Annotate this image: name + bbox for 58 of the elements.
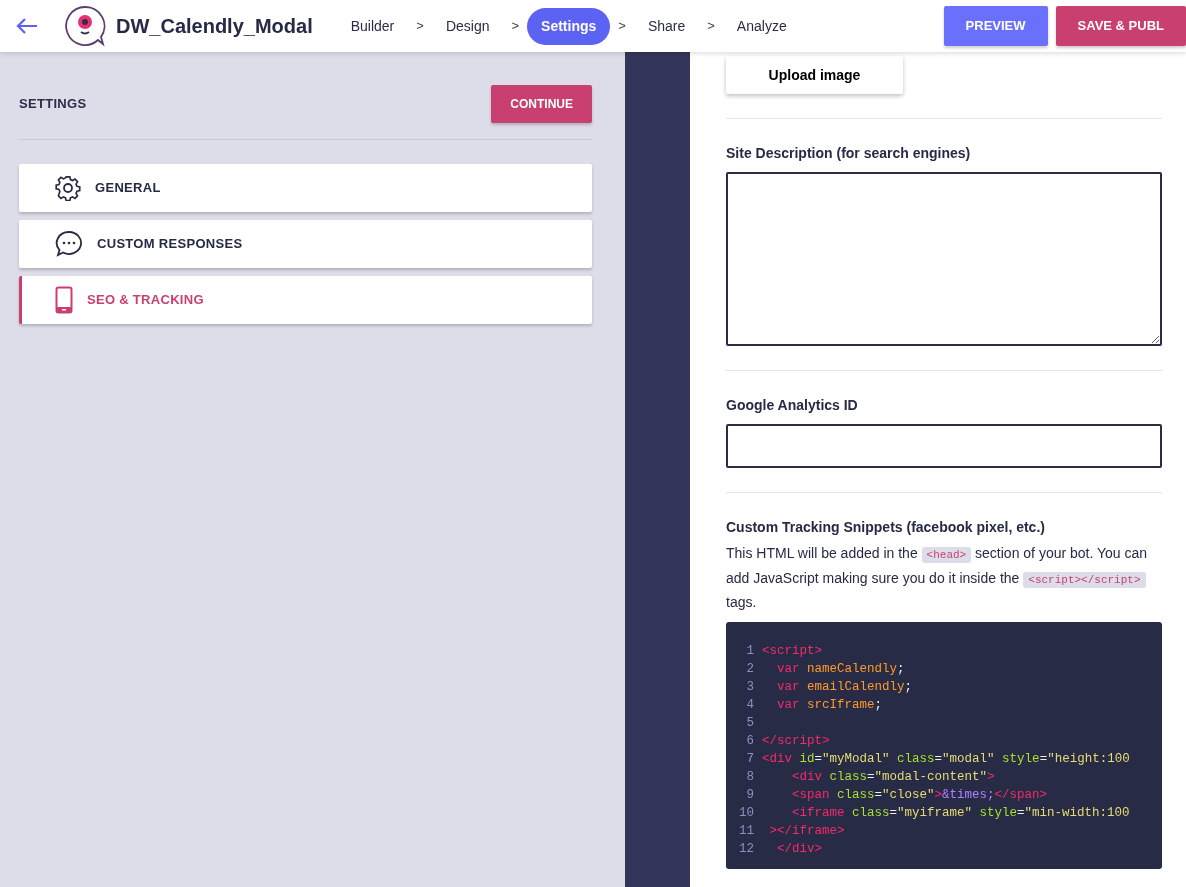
bot-title: DW_Calendly_Modal bbox=[116, 14, 313, 39]
smartphone-icon bbox=[55, 286, 73, 314]
step-tab[interactable]: Settings bbox=[527, 7, 611, 45]
line-number: 2 bbox=[745, 660, 755, 678]
line-number: 6 bbox=[745, 732, 755, 750]
step-tab[interactable]: Analyze bbox=[722, 7, 801, 45]
step-tab[interactable]: Design bbox=[431, 7, 504, 45]
code-line: var srcIframe; bbox=[776, 697, 883, 712]
upload-image-button[interactable]: Upload image bbox=[726, 56, 903, 94]
line-number: 8 bbox=[745, 768, 755, 786]
code-line: <span class="close">&times;</span> bbox=[791, 787, 1048, 802]
code-line: <script> bbox=[762, 643, 822, 658]
menu-item-label: SEO & TRACKING bbox=[87, 291, 204, 310]
inline-code: <script></script> bbox=[1023, 571, 1146, 588]
line-number: 1 bbox=[745, 642, 755, 660]
save-publish-button[interactable]: SAVE & PUBL bbox=[1055, 6, 1186, 46]
inline-code: <head> bbox=[921, 547, 972, 563]
step-tab[interactable]: Builder bbox=[336, 7, 409, 45]
speech-bubble-icon bbox=[55, 230, 83, 258]
line-number: 10 bbox=[738, 804, 755, 822]
line-number: 12 bbox=[738, 840, 755, 858]
settings-heading: SETTINGS bbox=[19, 95, 87, 114]
menu-item-label: GENERAL bbox=[95, 179, 161, 198]
line-number: 3 bbox=[745, 678, 755, 696]
step-tab[interactable]: Share bbox=[633, 7, 700, 45]
line-number: 4 bbox=[745, 696, 755, 714]
back-arrow-icon[interactable] bbox=[16, 17, 38, 35]
line-number: 5 bbox=[745, 714, 755, 732]
code-editor[interactable] bbox=[726, 621, 1162, 869]
field-label: Custom Tracking Snippets (facebook pixel, etc.) bbox=[726, 518, 1046, 537]
code-line: <div id="myModal" class="modal" style="height:100 bbox=[762, 751, 1130, 766]
code-line: <iframe class="myiframe" style="min-width:100 bbox=[791, 805, 1130, 820]
preview-button[interactable]: PREVIEW bbox=[943, 6, 1048, 46]
code-line: var emailCalendly; bbox=[776, 679, 913, 694]
settings-menu-item[interactable]: GENERAL bbox=[19, 164, 592, 212]
field-label: Google Analytics ID bbox=[726, 396, 859, 415]
description-field[interactable] bbox=[726, 172, 1162, 346]
code-line: </script> bbox=[762, 733, 830, 748]
line-number: 7 bbox=[745, 750, 755, 768]
line-number: 9 bbox=[745, 786, 755, 804]
code-line: var nameCalendly; bbox=[776, 661, 905, 676]
analytics-id-field[interactable] bbox=[726, 424, 1162, 468]
separator-chevron: > bbox=[511, 17, 520, 36]
bot-logo-icon bbox=[62, 5, 108, 47]
line-number: 11 bbox=[738, 822, 755, 840]
gear-icon bbox=[55, 175, 81, 201]
help-text: This HTML will be added in the <head> section of your bot. You can add JavaScript making sure you do it inside the <script></script> tags. bbox=[726, 544, 1149, 612]
separator-chevron: > bbox=[416, 17, 424, 36]
code-line: <div class="modal-content"> bbox=[791, 769, 995, 784]
settings-menu-item[interactable]: SEO & TRACKING bbox=[19, 276, 592, 324]
continue-button[interactable]: CONTINUE bbox=[491, 85, 592, 123]
field-label: Site Description (for search engines) bbox=[726, 144, 972, 163]
code-line: ></iframe> bbox=[768, 823, 845, 838]
settings-menu-item[interactable]: CUSTOM RESPONSES bbox=[19, 220, 592, 268]
menu-item-label: CUSTOM RESPONSES bbox=[97, 235, 243, 254]
code-line: </div> bbox=[776, 841, 822, 856]
separator-chevron: > bbox=[618, 17, 626, 36]
separator-chevron: > bbox=[707, 17, 715, 36]
